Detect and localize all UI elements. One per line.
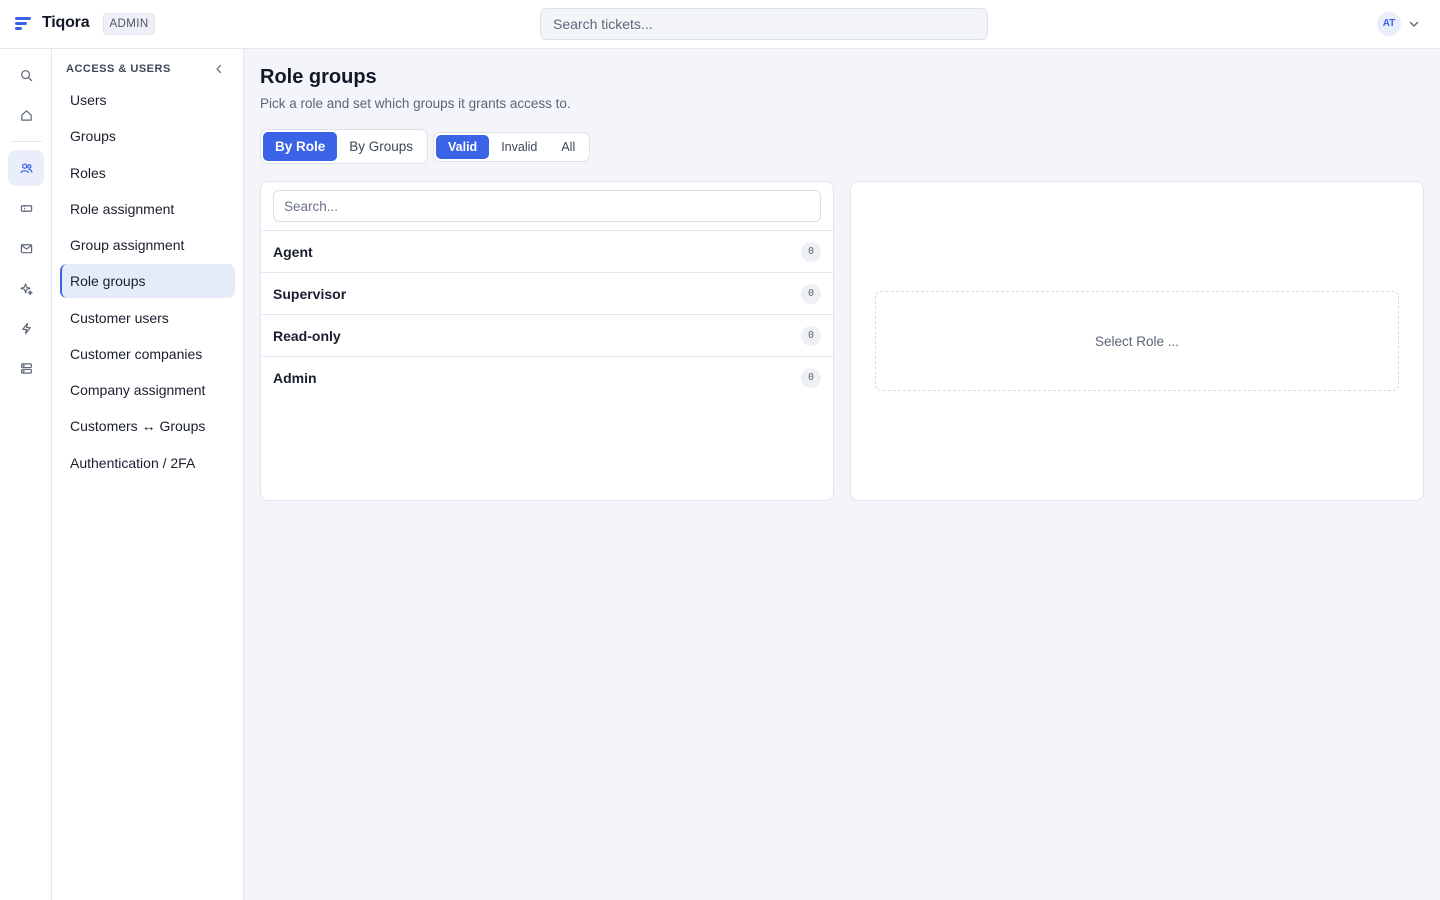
brand-name[interactable]: Tiqora xyxy=(42,14,90,32)
users-icon xyxy=(20,163,32,173)
empty-state: Select Role ... xyxy=(875,291,1399,391)
role-name: Agent xyxy=(273,244,313,260)
logo-icon[interactable] xyxy=(15,17,31,31)
role-name: Supervisor xyxy=(273,286,347,302)
sidebar-item-role-assignment[interactable]: Role assignment xyxy=(60,192,235,226)
home-icon xyxy=(20,109,32,121)
rail-tickets[interactable] xyxy=(8,190,44,226)
sidebar-item-customer-users[interactable]: Customer users xyxy=(60,301,235,335)
icon-rail xyxy=(0,49,52,900)
filter-all-button[interactable]: All xyxy=(549,135,587,159)
page-title: Role groups xyxy=(260,66,377,88)
validity-filter: Valid Invalid All xyxy=(433,132,591,162)
role-group-count: 0 xyxy=(801,284,821,304)
role-list: Agent 0 Supervisor 0 Read-only 0 Admin 0 xyxy=(261,230,833,398)
sidebar-item-company-assignment[interactable]: Company assignment xyxy=(60,373,235,407)
chevron-left-icon[interactable] xyxy=(213,63,225,75)
sparkles-icon xyxy=(20,282,33,295)
rail-divider xyxy=(10,141,42,142)
ticket-icon xyxy=(20,204,32,212)
avatar[interactable]: AT xyxy=(1377,12,1401,36)
sidebar-item-customers-groups[interactable]: Customers ↔ Groups xyxy=(60,409,235,443)
view-toggle: By Role By Groups xyxy=(260,129,429,164)
role-search-input[interactable] xyxy=(273,190,821,222)
rail-home[interactable] xyxy=(8,97,44,133)
role-name: Read-only xyxy=(273,328,341,344)
sidebar-item-role-groups[interactable]: Role groups xyxy=(60,264,235,298)
admin-badge: ADMIN xyxy=(103,13,155,35)
section-sidebar: ACCESS & USERS Users Groups Roles Role a… xyxy=(52,49,244,900)
role-row-agent[interactable]: Agent 0 xyxy=(261,230,833,272)
filter-invalid-button[interactable]: Invalid xyxy=(489,135,549,159)
sidebar-item-authentication[interactable]: Authentication / 2FA xyxy=(60,446,235,480)
by-groups-button[interactable]: By Groups xyxy=(337,132,425,161)
role-row-read-only[interactable]: Read-only 0 xyxy=(261,314,833,356)
sidebar-item-customer-companies[interactable]: Customer companies xyxy=(60,337,235,371)
chevron-down-icon[interactable] xyxy=(1408,18,1420,30)
rail-search[interactable] xyxy=(8,57,44,93)
filter-valid-button[interactable]: Valid xyxy=(436,135,490,159)
rail-triggers[interactable] xyxy=(8,310,44,346)
search-icon xyxy=(20,69,32,81)
sidebar-item-group-assignment[interactable]: Group assignment xyxy=(60,228,235,262)
role-group-count: 0 xyxy=(801,242,821,262)
rail-automation[interactable] xyxy=(8,270,44,306)
by-role-button[interactable]: By Role xyxy=(263,132,338,161)
role-detail-panel: Select Role ... xyxy=(850,181,1424,501)
role-group-count: 0 xyxy=(801,326,821,346)
rail-system[interactable] xyxy=(8,350,44,386)
role-row-admin[interactable]: Admin 0 xyxy=(261,356,833,398)
mail-icon xyxy=(20,243,32,253)
sidebar-section-title: ACCESS & USERS xyxy=(66,63,171,75)
role-group-count: 0 xyxy=(801,368,821,388)
sidebar-item-roles[interactable]: Roles xyxy=(60,156,235,190)
top-bar: Tiqora ADMIN AT xyxy=(0,0,1440,49)
sidebar-item-users[interactable]: Users xyxy=(60,83,235,117)
role-row-supervisor[interactable]: Supervisor 0 xyxy=(261,272,833,314)
role-list-panel: Agent 0 Supervisor 0 Read-only 0 Admin 0 xyxy=(260,181,834,501)
server-icon xyxy=(20,362,32,374)
sidebar-item-groups[interactable]: Groups xyxy=(60,119,235,153)
bolt-icon xyxy=(21,322,31,334)
page-subtitle: Pick a role and set which groups it gran… xyxy=(260,96,571,111)
role-name: Admin xyxy=(273,370,317,386)
global-search-input[interactable] xyxy=(540,8,988,40)
rail-mail[interactable] xyxy=(8,230,44,266)
rail-users[interactable] xyxy=(8,150,44,186)
